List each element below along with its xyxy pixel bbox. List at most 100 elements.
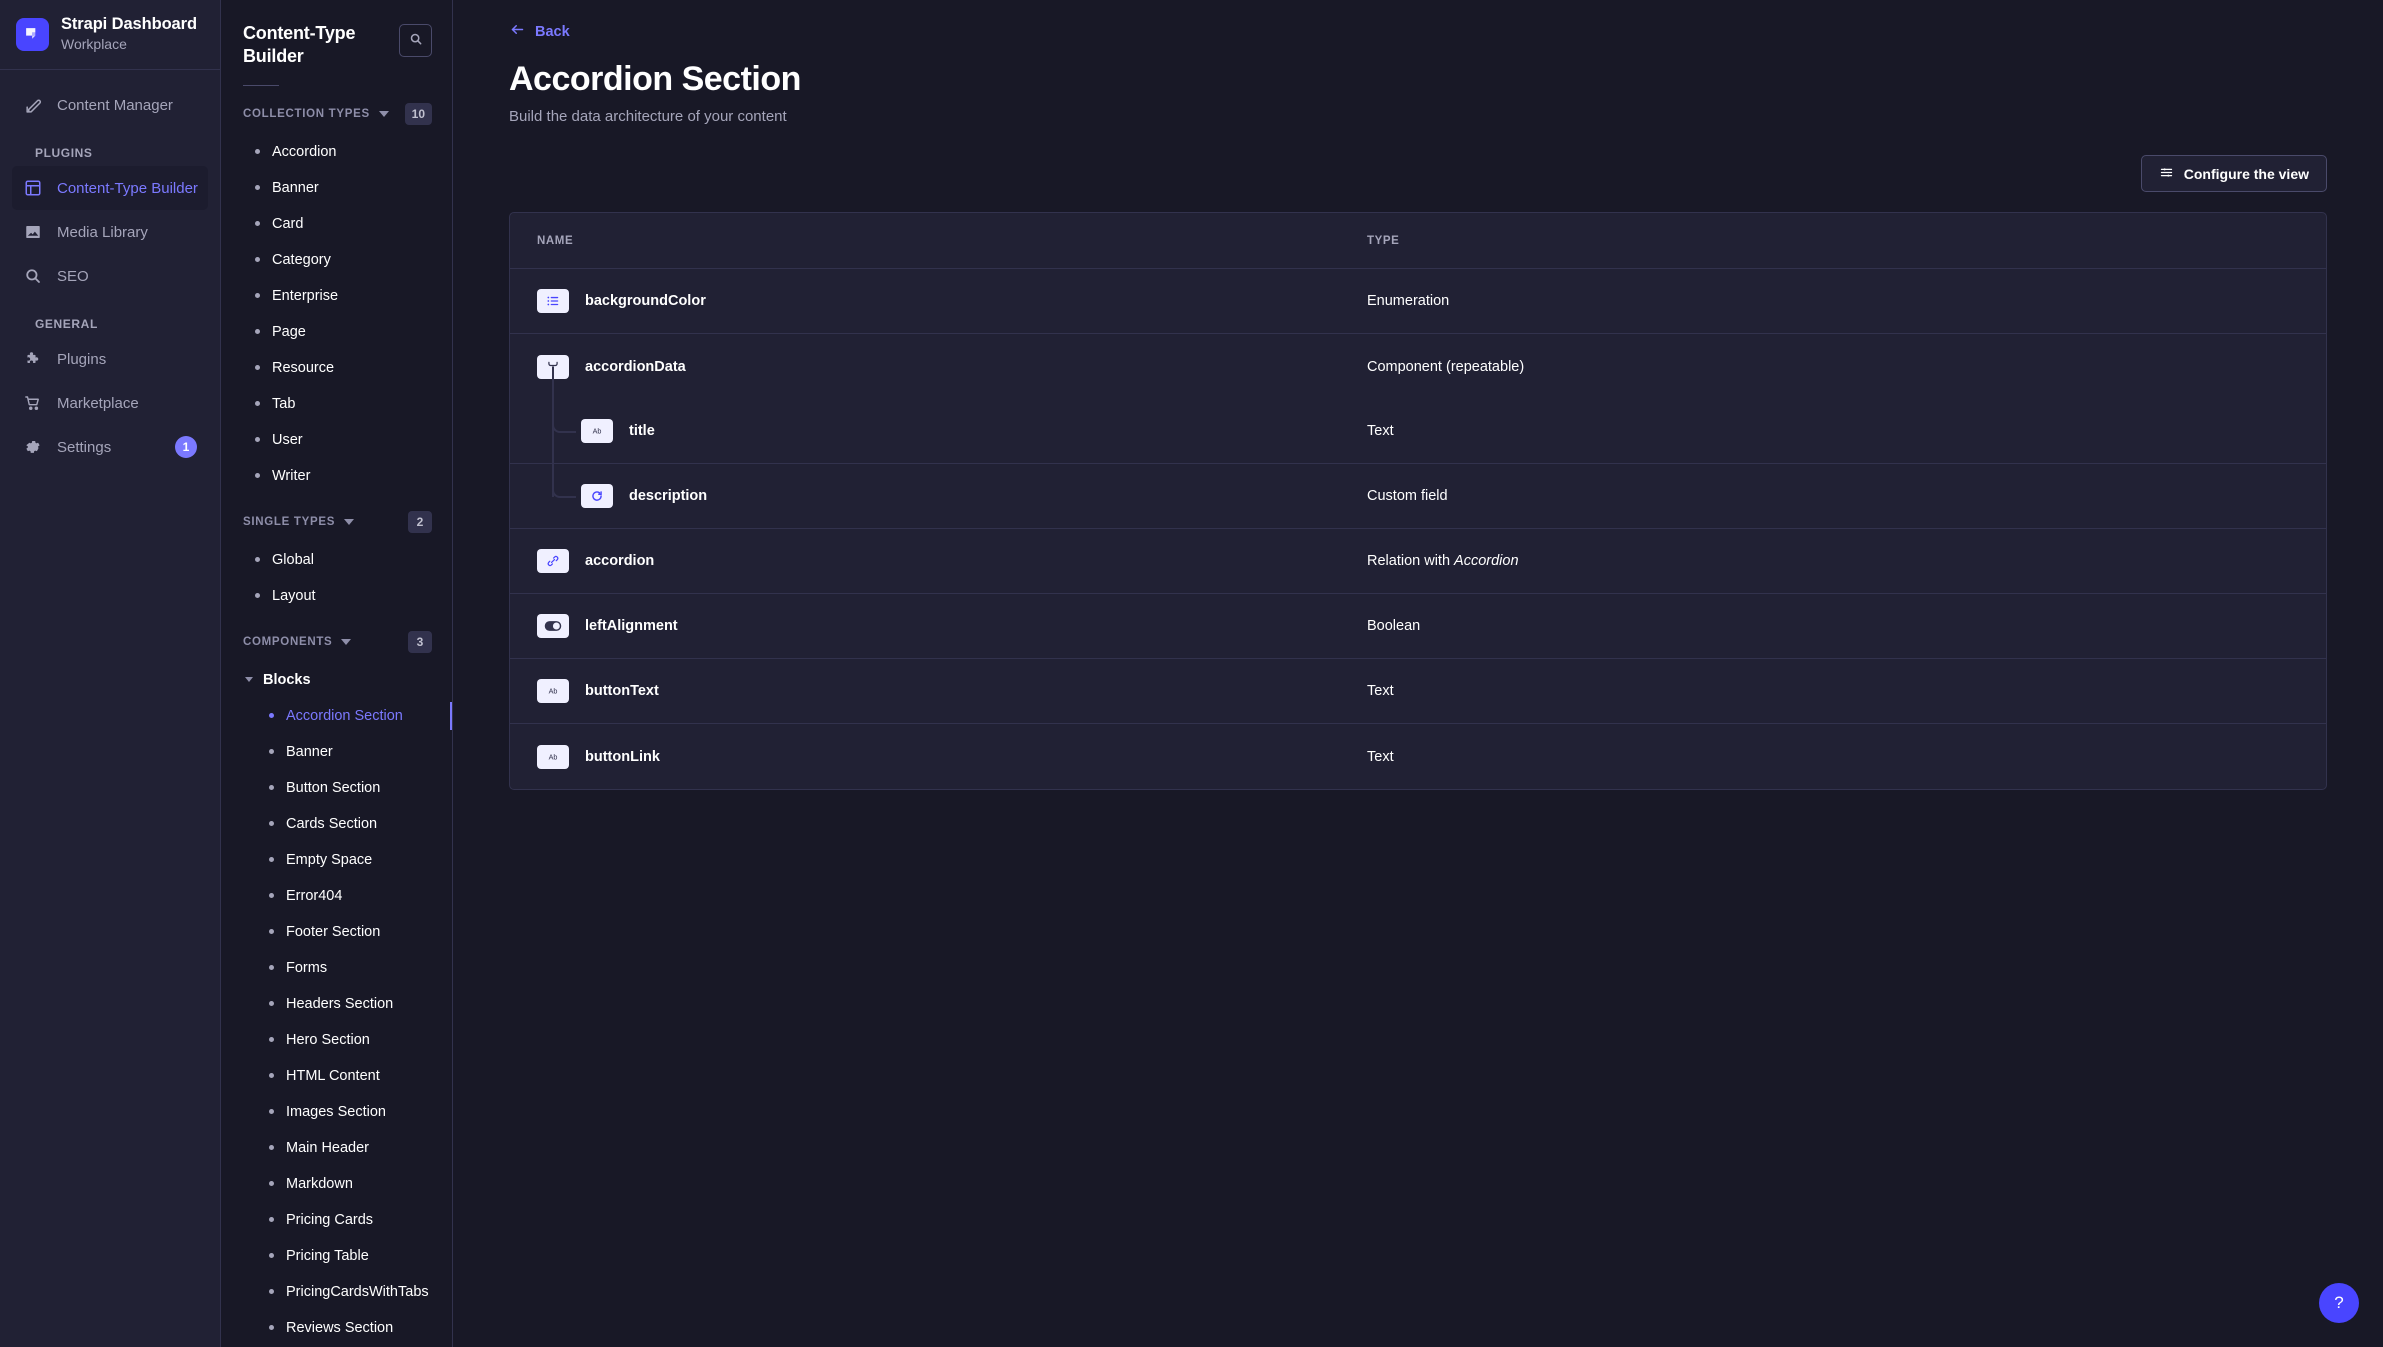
- group-label: SINGLE TYPES: [243, 515, 336, 528]
- bullet-icon: [269, 785, 274, 791]
- list-item[interactable]: Banner: [221, 170, 452, 206]
- list-item[interactable]: User: [221, 422, 452, 458]
- group-header-collection-types[interactable]: COLLECTION TYPES 10: [221, 86, 452, 134]
- bullet-icon: [269, 857, 274, 863]
- list-item[interactable]: Accordion: [221, 134, 452, 170]
- sidebar-item-content-manager[interactable]: Content Manager: [12, 83, 208, 127]
- sidebar-item-seo[interactable]: SEO: [12, 254, 208, 298]
- table-row[interactable]: Ab buttonText Text: [510, 659, 2326, 725]
- field-type: Enumeration: [1367, 293, 1450, 310]
- list-item[interactable]: Enterprise: [221, 278, 452, 314]
- table-row[interactable]: accordion Relation with Accordion: [510, 529, 2326, 595]
- table-row[interactable]: Ab buttonLink Text: [510, 724, 2326, 789]
- table-row[interactable]: Ab title Text: [510, 367, 2326, 465]
- list-item[interactable]: Main Header: [221, 1130, 452, 1166]
- list-item[interactable]: Reviews Section: [221, 1310, 452, 1346]
- configure-label: Configure the view: [2183, 165, 2309, 182]
- bullet-icon: [255, 437, 260, 443]
- list-item-label: Layout: [272, 587, 316, 604]
- custom-field-icon: [581, 484, 613, 509]
- help-button[interactable]: ?: [2319, 1283, 2359, 1323]
- list-item[interactable]: PricingCardsWithTabs: [221, 1274, 452, 1310]
- arrow-left-icon: [509, 22, 526, 41]
- text-ab-icon: Ab: [537, 744, 569, 769]
- list-item[interactable]: Banner: [221, 734, 452, 770]
- brand-header[interactable]: Strapi Dashboard Workplace: [0, 0, 220, 70]
- list-item-label: Headers Section: [286, 995, 394, 1012]
- list-item[interactable]: Empty Space: [221, 842, 452, 878]
- list-item[interactable]: Footer Section: [221, 914, 452, 950]
- search-icon: [409, 32, 423, 49]
- list-item[interactable]: Page: [221, 314, 452, 350]
- configure-the-view-button[interactable]: Configure the view: [2140, 155, 2327, 193]
- bullet-icon: [255, 185, 260, 191]
- bullet-icon: [255, 401, 260, 407]
- list-item[interactable]: Resource: [221, 350, 452, 386]
- list-item-label: Images Section: [286, 1103, 386, 1120]
- group-header-single-types[interactable]: SINGLE TYPES 2: [221, 494, 452, 542]
- field-name-cell: Ab buttonText: [537, 679, 1367, 704]
- table-header-row: NAME TYPE: [510, 213, 2326, 270]
- strapi-logo-icon: [16, 17, 49, 51]
- list-item-label: Accordion Section: [286, 707, 403, 724]
- list-item[interactable]: Button Section: [221, 770, 452, 806]
- enumeration-list-icon: [537, 289, 569, 314]
- list-item-label: Forms: [286, 959, 328, 976]
- question-mark-icon: ?: [2334, 1293, 2344, 1312]
- list-item[interactable]: Cards Section: [221, 806, 452, 842]
- list-item[interactable]: Markdown: [221, 1166, 452, 1202]
- list-item[interactable]: HTML Content: [221, 1058, 452, 1094]
- back-button[interactable]: Back: [509, 22, 570, 41]
- table-row[interactable]: leftAlignment Boolean: [510, 594, 2326, 660]
- list-item[interactable]: Writer: [221, 458, 452, 494]
- table-row[interactable]: backgroundColor Enumeration: [510, 269, 2326, 335]
- list-item[interactable]: Headers Section: [221, 986, 452, 1022]
- column-header-type: TYPE: [1367, 234, 1400, 247]
- svg-text:Ab: Ab: [549, 752, 558, 761]
- group-label: COMPONENTS: [243, 635, 333, 648]
- list-item-label: Pricing Table: [286, 1247, 369, 1264]
- list-item[interactable]: Pricing Table: [221, 1238, 452, 1274]
- list-item-label: Hero Section: [286, 1031, 370, 1048]
- sidebar-item-plugins[interactable]: Plugins: [12, 337, 208, 381]
- list-item-label: Banner: [272, 179, 319, 196]
- brand-subtitle: Workplace: [61, 36, 127, 53]
- field-type: Text: [1367, 423, 1394, 440]
- boolean-toggle-icon: [537, 614, 569, 639]
- component-group-blocks[interactable]: Blocks: [221, 662, 452, 698]
- bullet-icon: [269, 965, 274, 971]
- sidebar-item-settings[interactable]: Settings 1: [12, 425, 208, 469]
- brand-title: Strapi Dashboard: [61, 14, 197, 33]
- list-item-label: Category: [272, 251, 331, 268]
- list-item[interactable]: Forms: [221, 950, 452, 986]
- sidebar-item-marketplace[interactable]: Marketplace: [12, 381, 208, 425]
- relation-link-icon: [537, 549, 569, 574]
- list-item-label: Cards Section: [286, 815, 378, 832]
- list-item-label: Resource: [272, 359, 335, 376]
- field-name-cell: accordionData: [537, 354, 1367, 379]
- list-item[interactable]: Tab: [221, 386, 452, 422]
- list-item[interactable]: Pricing Cards: [221, 1202, 452, 1238]
- list-item[interactable]: Error404: [221, 878, 452, 914]
- field-type: Text: [1367, 683, 1394, 700]
- list-item[interactable]: Category: [221, 242, 452, 278]
- sidebar-item-content-type-builder[interactable]: Content-Type Builder: [12, 166, 208, 210]
- list-item[interactable]: Card: [221, 206, 452, 242]
- list-item-label: Page: [272, 323, 306, 340]
- list-item[interactable]: Layout: [221, 578, 452, 614]
- list-item-label: Empty Space: [286, 851, 373, 868]
- field-name-cell: backgroundColor: [537, 289, 1367, 314]
- gear-icon: [23, 437, 43, 457]
- field-name: title: [629, 423, 655, 440]
- list-item[interactable]: Global: [221, 542, 452, 578]
- sidebar-item-media-library[interactable]: Media Library: [12, 210, 208, 254]
- group-header-components[interactable]: COMPONENTS 3: [221, 614, 452, 662]
- search-button[interactable]: [399, 24, 432, 57]
- list-item[interactable]: Hero Section: [221, 1022, 452, 1058]
- table-row[interactable]: accordionData Component (repeatable): [510, 334, 2326, 399]
- list-item[interactable]: Images Section: [221, 1094, 452, 1130]
- sidebar-item-label: Content Manager: [57, 96, 173, 114]
- bullet-icon: [269, 1073, 274, 1079]
- list-item-accordion-section[interactable]: Accordion Section: [221, 698, 452, 734]
- table-row[interactable]: description Custom field: [510, 432, 2326, 530]
